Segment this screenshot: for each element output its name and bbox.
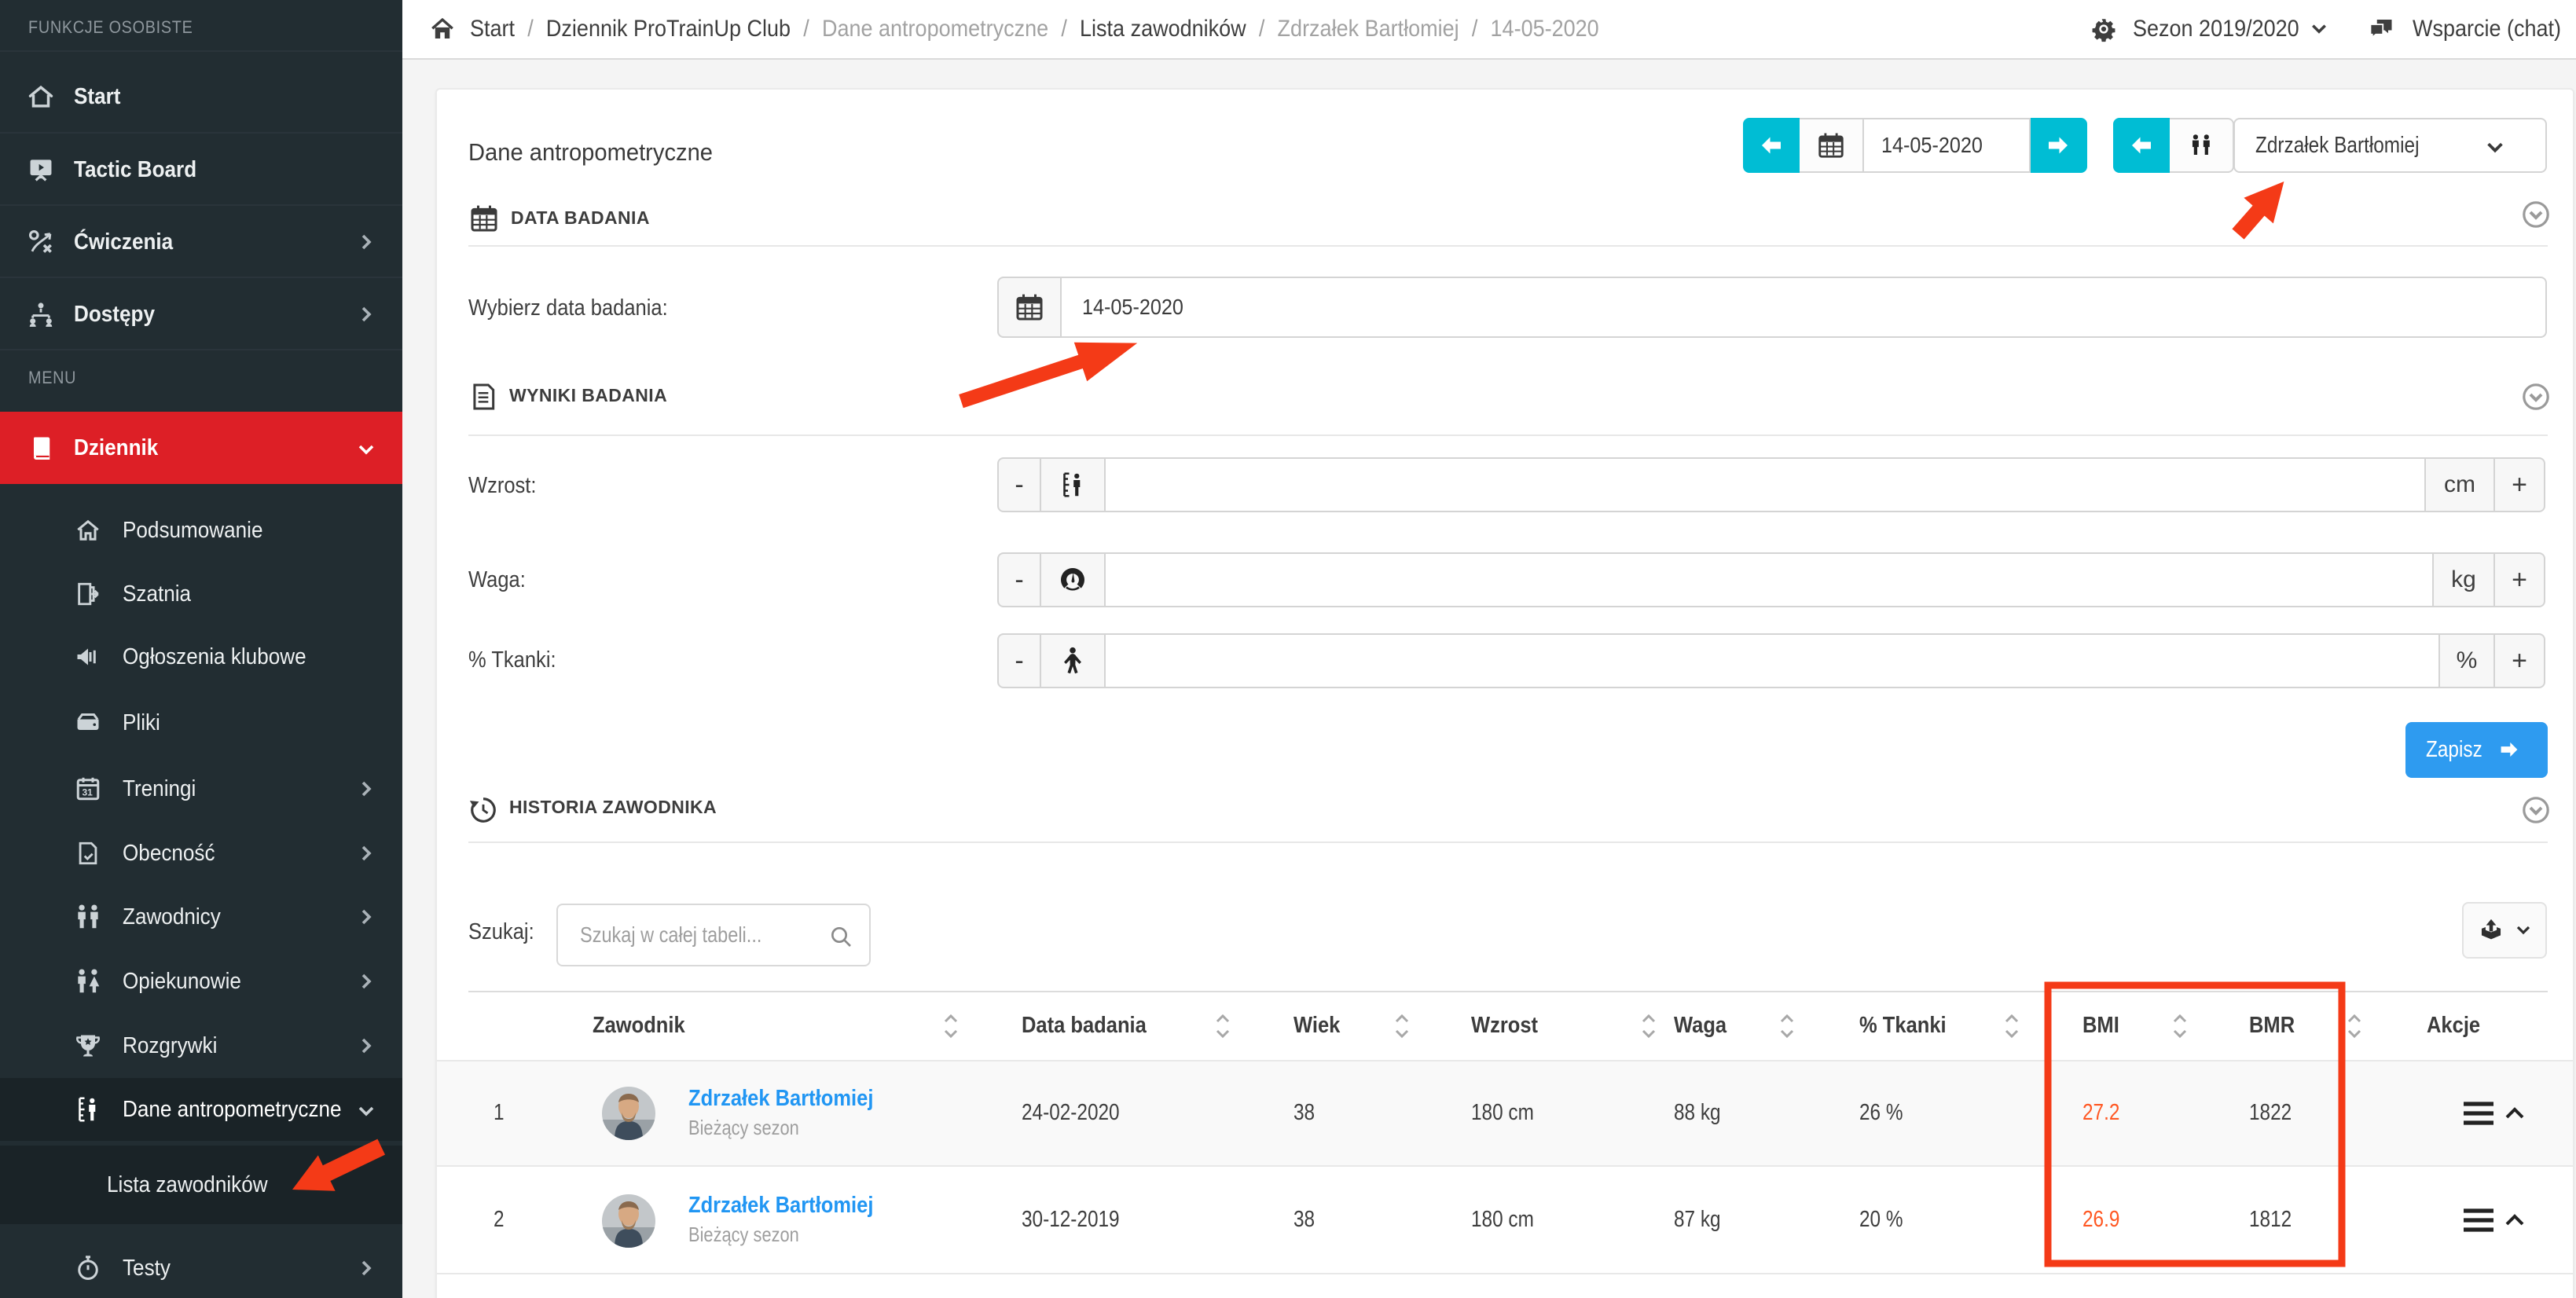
svg-text:31: 31: [83, 786, 94, 798]
